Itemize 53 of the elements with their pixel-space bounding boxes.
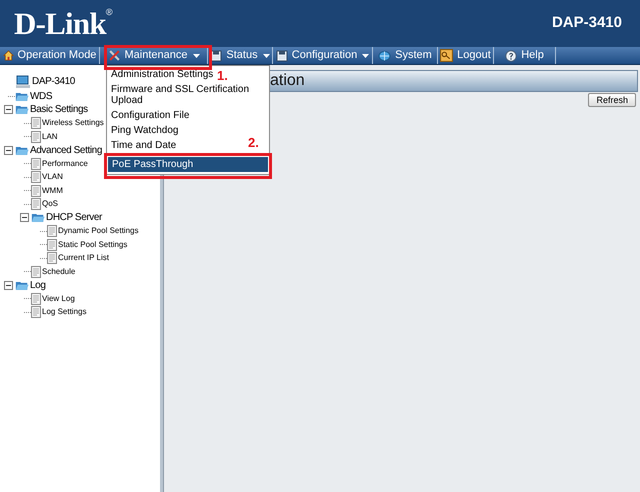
- nav-menu-item[interactable]: System: [373, 47, 438, 64]
- computer-icon: [15, 74, 31, 89]
- tree-item[interactable]: Schedule: [42, 266, 76, 278]
- folder-icon: [15, 280, 29, 291]
- folder-icon: [15, 104, 29, 116]
- tree-item[interactable]: Log: [30, 278, 46, 293]
- model-name: DAP-3410: [552, 13, 622, 34]
- annotation-number: 2.: [248, 134, 259, 152]
- tree-item[interactable]: View Log: [42, 292, 75, 305]
- menu-item[interactable]: Time and Date: [107, 138, 180, 153]
- key-icon: [440, 49, 454, 62]
- panel-title: ation: [270, 71, 305, 91]
- tree-item[interactable]: Basic Settings: [30, 102, 88, 118]
- menu-item[interactable]: Firmware and SSL Certification Upload: [107, 82, 269, 108]
- nav-menu-item[interactable]: Configuration: [273, 47, 373, 64]
- collapse-icon[interactable]: [4, 105, 15, 114]
- tree-item[interactable]: Performance: [42, 158, 88, 170]
- collapse-icon[interactable]: [4, 280, 15, 290]
- tools-icon: [108, 49, 120, 62]
- menu-item[interactable]: Configuration File: [107, 108, 194, 123]
- tree-item[interactable]: WMM: [42, 184, 63, 197]
- tree-item[interactable]: LAN: [42, 130, 58, 143]
- tree-item[interactable]: Log Settings: [42, 306, 86, 318]
- menu-item[interactable]: Ping Watchdog: [107, 123, 182, 138]
- nav-menu-item[interactable]: Help: [494, 47, 556, 64]
- tree-item[interactable]: VLAN: [42, 171, 63, 184]
- globe-icon: [378, 50, 392, 62]
- annotation-number: 1.: [217, 67, 228, 84]
- tree-item[interactable]: Dynamic Pool Settings: [58, 225, 138, 238]
- tree-item[interactable]: Current IP List: [58, 252, 109, 264]
- folder-icon: [15, 144, 29, 156]
- collapse-icon[interactable]: [20, 213, 31, 222]
- tree-item[interactable]: Static Pool Settings: [58, 238, 128, 251]
- collapse-icon[interactable]: [4, 146, 15, 155]
- help-icon: [505, 50, 518, 62]
- tree-item[interactable]: QoS: [42, 198, 58, 210]
- folder-icon: [15, 90, 29, 102]
- nav-menu-item[interactable]: Maintenance: [100, 47, 208, 64]
- tree-item[interactable]: Wireless Settings: [42, 117, 104, 130]
- trademark: ®: [106, 8, 112, 17]
- tree-item[interactable]: DHCP Server: [46, 210, 102, 226]
- tree-item[interactable]: Advanced Setting: [30, 142, 102, 158]
- tree-item[interactable]: DAP-3410: [32, 74, 75, 90]
- nav-menu-item[interactable]: Status: [208, 47, 273, 64]
- nav-menu-item[interactable]: Logout: [438, 47, 494, 64]
- nav-menu-item[interactable]: Operation Mode: [0, 47, 100, 64]
- tree-item[interactable]: WDS: [30, 88, 52, 104]
- logo: D-Link: [14, 8, 106, 39]
- refresh-button[interactable]: Refresh: [588, 93, 636, 107]
- folder-icon: [31, 212, 45, 224]
- menu-item[interactable]: PoE PassThrough: [108, 157, 268, 172]
- house-icon: [2, 50, 14, 61]
- menu-item[interactable]: Administration Settings: [107, 67, 218, 82]
